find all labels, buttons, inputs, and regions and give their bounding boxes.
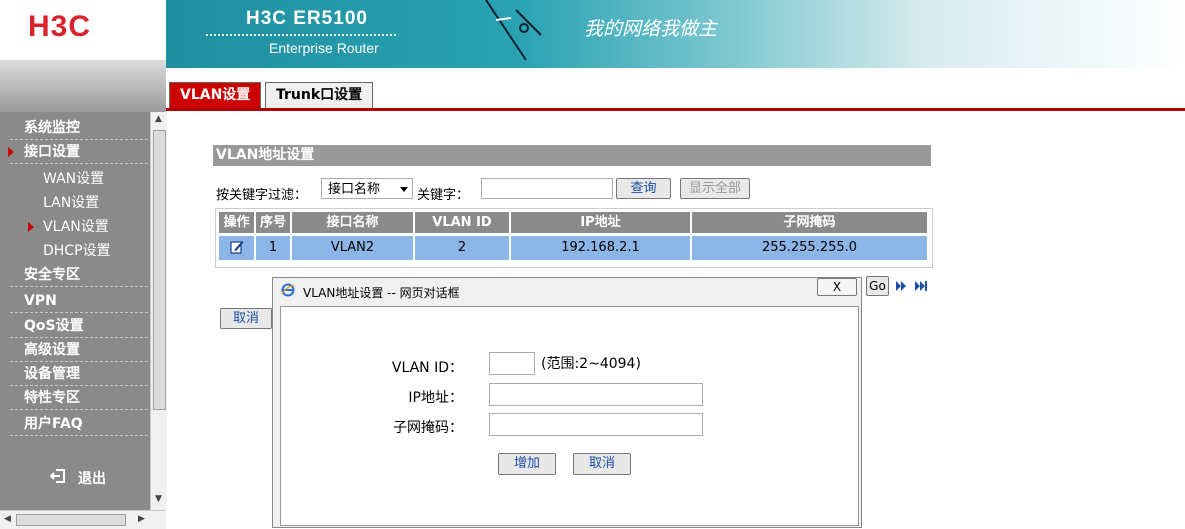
logout-link[interactable]: 退出 <box>50 468 106 488</box>
filter-field-select[interactable]: 接口名称 <box>321 178 413 199</box>
search-button[interactable]: 查询 <box>616 178 671 199</box>
banner-slogan: 我的网络我做主 <box>584 18 718 40</box>
sidebar-item-system-monitor[interactable]: 系统监控 <box>10 117 148 140</box>
sidebar-item-wan[interactable]: WAN设置 <box>20 168 148 191</box>
row-vlan-id-cell: 2 <box>415 236 510 260</box>
column-header-action: 操作 <box>219 212 255 233</box>
sidebar-item-qos[interactable]: QoS设置 <box>10 315 148 338</box>
dialog-title: VLAN地址设置 -- 网页对话框 <box>303 286 460 300</box>
product-subtitle: Enterprise Router <box>269 40 379 56</box>
subnet-mask-label: 子网掩码： <box>393 420 463 436</box>
tab-trunk-settings[interactable]: Trunk口设置 <box>265 82 374 108</box>
product-name: H3C ER5100 <box>246 8 368 29</box>
column-header-interface: 接口名称 <box>292 212 414 233</box>
sidebar-item-features[interactable]: 特性专区 <box>10 387 148 410</box>
row-index-cell: 1 <box>256 236 291 260</box>
scroll-up-icon[interactable]: ▲ <box>155 114 162 124</box>
column-header-vlan-id: VLAN ID <box>415 212 510 233</box>
sidebar-item-vpn[interactable]: VPN <box>10 290 148 313</box>
cancel-button[interactable]: 取消 <box>220 308 272 329</box>
ie-icon <box>281 283 295 297</box>
sidebar: 系统监控 接口设置 WAN设置 LAN设置 VLAN设置 DHCP设置 安全专区… <box>0 112 150 510</box>
row-mask-cell: 255.255.255.0 <box>692 236 928 260</box>
tab-vlan-settings[interactable]: VLAN设置 <box>169 82 262 108</box>
next-page-icons[interactable] <box>896 280 928 292</box>
vlan-address-dialog: VLAN地址设置 -- 网页对话框 X VLAN ID： (范围:2~4094)… <box>272 277 862 528</box>
dialog-body: VLAN ID： (范围:2~4094) IP地址： 子网掩码： 增加 取消 <box>280 306 859 526</box>
sidebar-item-dhcp[interactable]: DHCP设置 <box>20 240 148 263</box>
vlan-id-label: VLAN ID： <box>391 360 463 376</box>
sidebar-header <box>0 60 166 112</box>
expanded-arrow-icon <box>8 147 14 157</box>
vlan-range-hint: (范围:2~4094) <box>541 356 641 372</box>
logo-area: H3C <box>0 0 166 60</box>
sidebar-horizontal-scrollbar[interactable]: ◀ ▶ <box>0 510 166 529</box>
sidebar-item-vlan[interactable]: VLAN设置 <box>20 216 148 239</box>
add-button[interactable]: 增加 <box>498 453 556 475</box>
close-button[interactable]: X <box>817 278 857 296</box>
row-interface-cell: VLAN2 <box>292 236 414 260</box>
sidebar-item-device-management[interactable]: 设备管理 <box>10 363 148 386</box>
banner-divider <box>206 34 396 36</box>
ip-address-input[interactable] <box>489 383 703 406</box>
logout-icon <box>50 469 65 483</box>
sidebar-item-security[interactable]: 安全专区 <box>10 264 148 287</box>
column-header-ip: IP地址 <box>511 212 691 233</box>
go-button[interactable]: Go <box>866 276 889 296</box>
selected-arrow-icon <box>28 222 34 232</box>
row-ip-cell: 192.168.2.1 <box>511 236 691 260</box>
column-header-mask: 子网掩码 <box>692 212 928 233</box>
ip-address-label: IP地址： <box>408 390 463 406</box>
section-title: VLAN地址设置 <box>213 145 931 166</box>
product-banner: H3C ER5100 Enterprise Router 我的网络我做主 <box>166 0 1185 68</box>
subnet-mask-input[interactable] <box>489 413 703 436</box>
logout-label: 退出 <box>78 471 106 487</box>
scroll-left-icon[interactable]: ◀ <box>4 514 11 524</box>
edit-icon[interactable] <box>230 240 244 254</box>
scroll-thumb[interactable] <box>16 514 126 526</box>
show-all-button[interactable]: 显示全部 <box>680 178 750 199</box>
filter-select-value: 接口名称 <box>328 182 381 197</box>
keyword-label: 关键字： <box>417 188 470 203</box>
scroll-thumb[interactable] <box>153 130 166 410</box>
sidebar-item-lan[interactable]: LAN设置 <box>20 192 148 215</box>
dialog-cancel-button[interactable]: 取消 <box>573 453 631 475</box>
sidebar-item-faq[interactable]: 用户FAQ <box>10 413 148 436</box>
tab-underline <box>166 108 1185 111</box>
h3c-logo: H3C <box>28 10 92 43</box>
keyword-input[interactable] <box>481 178 613 199</box>
chevron-down-icon <box>400 187 408 192</box>
sidebar-item-label: 接口设置 <box>24 144 80 160</box>
sidebar-item-advanced[interactable]: 高级设置 <box>10 339 148 362</box>
network-cable-decoration <box>485 0 542 61</box>
vlan-id-input[interactable] <box>489 352 535 375</box>
sidebar-item-interface-settings[interactable]: 接口设置 <box>8 141 148 164</box>
sidebar-vertical-scrollbar[interactable]: ▲ ▼ <box>150 112 167 510</box>
filter-label: 按关键字过滤： <box>216 188 308 203</box>
sidebar-item-label: VLAN设置 <box>43 219 109 235</box>
scroll-down-icon[interactable]: ▼ <box>155 494 162 504</box>
scroll-right-icon[interactable]: ▶ <box>138 514 145 524</box>
column-header-index: 序号 <box>256 212 291 233</box>
